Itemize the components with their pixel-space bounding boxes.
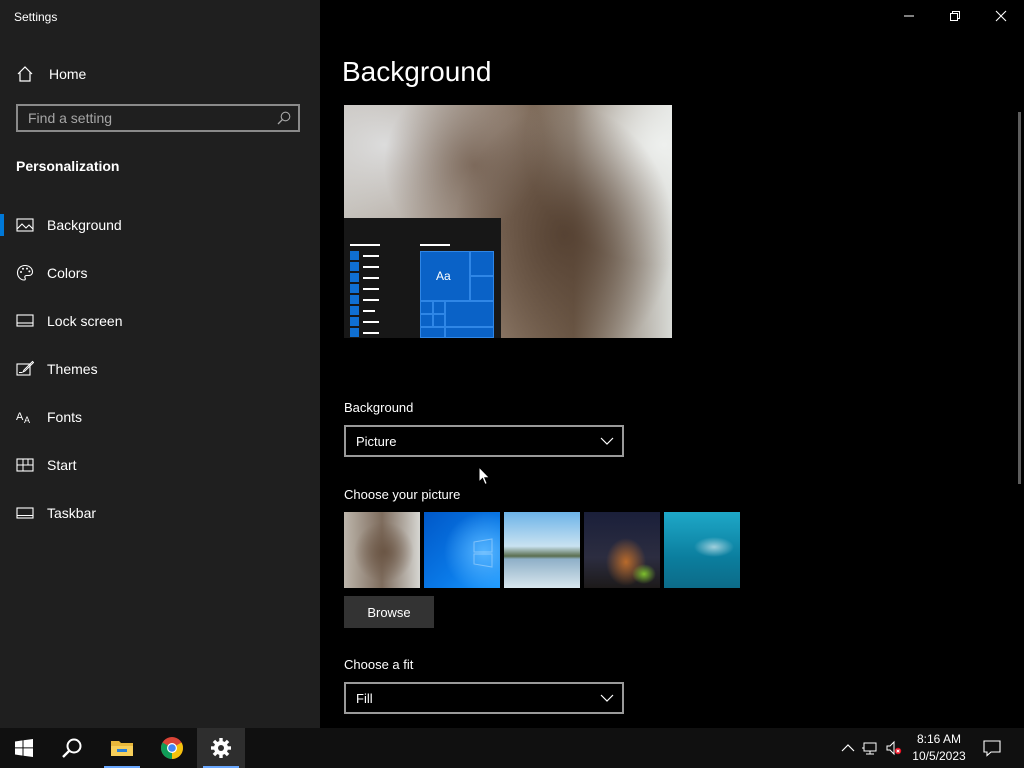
search-input[interactable] bbox=[18, 106, 278, 130]
sidebar-item-taskbar[interactable]: Taskbar bbox=[0, 489, 320, 537]
restore-button[interactable] bbox=[932, 0, 978, 32]
mouse-cursor-icon bbox=[478, 466, 491, 486]
sidebar-item-themes[interactable]: Themes bbox=[0, 345, 320, 393]
settings-icon bbox=[211, 738, 231, 758]
file-explorer-icon bbox=[111, 741, 133, 756]
chrome-button[interactable] bbox=[148, 728, 196, 768]
picture-thumbnail[interactable] bbox=[424, 512, 500, 588]
sidebar: Settings Home Personalization Background bbox=[0, 0, 320, 728]
background-dropdown[interactable]: Picture bbox=[344, 425, 624, 457]
section-title: Personalization bbox=[16, 158, 120, 174]
picture-icon bbox=[16, 218, 34, 232]
browse-button[interactable]: Browse bbox=[344, 596, 434, 628]
sidebar-item-start[interactable]: Start bbox=[0, 441, 320, 489]
sidebar-item-lock-screen[interactable]: Lock screen bbox=[0, 297, 320, 345]
window-title: Settings bbox=[14, 10, 58, 24]
preview-tile-text: Aa bbox=[436, 269, 451, 283]
start-icon bbox=[15, 739, 33, 757]
home-icon bbox=[17, 66, 33, 82]
taskbar-icon bbox=[16, 507, 34, 519]
palette-icon bbox=[16, 264, 34, 281]
sidebar-item-label: Lock screen bbox=[47, 313, 123, 329]
sidebar-item-label: Start bbox=[47, 457, 77, 473]
sidebar-item-label: Themes bbox=[47, 361, 98, 377]
chrome-icon bbox=[161, 737, 183, 759]
page-title: Background bbox=[342, 56, 492, 87]
svg-text:A: A bbox=[16, 411, 24, 423]
fit-dropdown-value: Fill bbox=[356, 691, 373, 706]
fit-dropdown[interactable]: Fill bbox=[344, 682, 624, 714]
sidebar-item-label: Fonts bbox=[47, 409, 83, 425]
start-tiles-icon bbox=[16, 458, 34, 472]
home-label: Home bbox=[49, 66, 87, 82]
restore-icon bbox=[950, 11, 960, 21]
chevron-down-icon bbox=[600, 437, 614, 445]
clock-time: 8:16 AM bbox=[916, 732, 962, 746]
close-button[interactable] bbox=[978, 0, 1024, 32]
settings-taskbar-button[interactable] bbox=[197, 728, 245, 768]
minimize-icon bbox=[904, 15, 914, 17]
search-box bbox=[16, 104, 300, 132]
sidebar-item-label: Taskbar bbox=[47, 505, 97, 521]
network-icon[interactable] bbox=[862, 740, 878, 756]
sidebar-item-label: Colors bbox=[47, 265, 88, 281]
font-icon: A A bbox=[16, 411, 30, 425]
taskbar: 8:16 AM 10/5/2023 bbox=[0, 728, 1024, 768]
choose-fit-label: Choose a fit bbox=[344, 657, 414, 672]
scrollbar[interactable] bbox=[1018, 112, 1021, 484]
background-label: Background bbox=[344, 400, 414, 415]
file-explorer-button[interactable] bbox=[98, 728, 146, 768]
search-icon bbox=[62, 738, 82, 758]
notification-icon[interactable] bbox=[983, 739, 1001, 757]
sidebar-item-background[interactable]: Background bbox=[0, 201, 320, 249]
choose-picture-label: Choose your picture bbox=[344, 487, 461, 502]
chevron-up-icon[interactable] bbox=[840, 740, 856, 756]
brush-icon bbox=[16, 360, 34, 376]
search-icon[interactable] bbox=[276, 110, 292, 126]
close-icon bbox=[995, 10, 1007, 22]
volume-muted-icon[interactable] bbox=[886, 740, 902, 756]
desktop-preview: Aa bbox=[344, 105, 672, 338]
chevron-down-icon bbox=[600, 694, 614, 702]
clock[interactable]: 8:16 AM 10/5/2023 bbox=[908, 731, 970, 765]
background-dropdown-value: Picture bbox=[356, 434, 397, 449]
picture-thumbnail[interactable] bbox=[344, 512, 420, 588]
sidebar-item-label: Background bbox=[47, 217, 122, 233]
tiles-preview: Aa bbox=[420, 251, 494, 338]
search-taskbar-button[interactable] bbox=[48, 728, 96, 768]
start-button[interactable] bbox=[0, 728, 48, 768]
windows-logo-icon bbox=[473, 538, 493, 568]
sidebar-item-colors[interactable]: Colors bbox=[0, 249, 320, 297]
picture-thumbnail[interactable] bbox=[664, 512, 740, 588]
sidebar-nav: Background Colors Lock screen Themes A A… bbox=[0, 201, 320, 537]
minimize-button[interactable] bbox=[886, 0, 932, 32]
picture-thumbnail[interactable] bbox=[504, 512, 580, 588]
clock-date: 10/5/2023 bbox=[912, 749, 966, 763]
svg-text:A: A bbox=[24, 415, 30, 425]
start-menu-preview: Aa bbox=[344, 218, 501, 338]
sidebar-item-fonts[interactable]: A A Fonts bbox=[0, 393, 320, 441]
picture-thumbnail[interactable] bbox=[584, 512, 660, 588]
home-nav-item[interactable]: Home bbox=[16, 64, 86, 84]
lock-screen-icon bbox=[16, 314, 34, 327]
